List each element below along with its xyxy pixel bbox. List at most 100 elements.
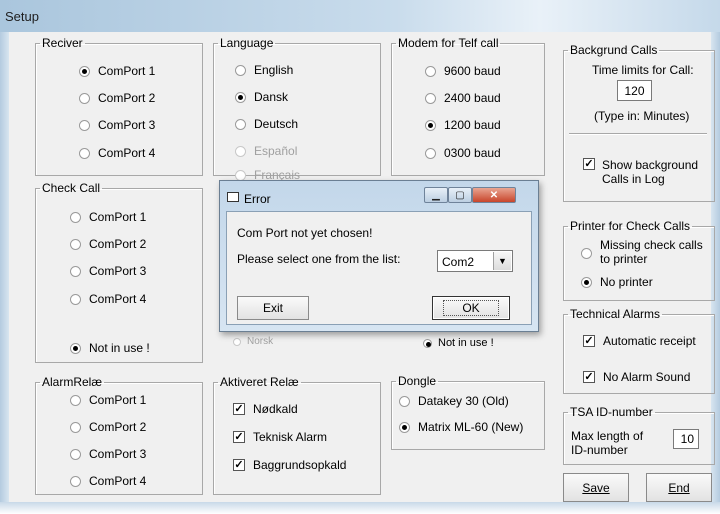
nodkald-checkbox[interactable]: ✓ Nødkald	[233, 402, 298, 416]
modem-legend: Modem for Telf call	[398, 36, 499, 50]
title-bar[interactable]: Setup	[0, 0, 720, 32]
radio-selected-icon	[79, 65, 90, 77]
radio-icon	[70, 293, 81, 305]
radio-selected-icon	[70, 342, 81, 354]
time-limit-label: Time limits for Call:	[592, 63, 694, 77]
language-norsk-radio: Norsk	[233, 336, 273, 347]
exit-button[interactable]: Exit	[237, 296, 309, 320]
radio-icon	[70, 265, 81, 277]
radio-icon	[79, 119, 90, 131]
modem-2400-radio[interactable]: 2400 baud	[425, 91, 501, 105]
reciver-comport-2-radio[interactable]: ComPort 2	[79, 91, 155, 105]
no-alarm-sound-checkbox[interactable]: ✓ No Alarm Sound	[583, 370, 690, 384]
end-button[interactable]: End	[646, 473, 712, 502]
show-background-log-label: Show background Calls in Log	[602, 158, 699, 186]
checkbox-checked-icon: ✓	[233, 431, 245, 443]
printer-missing-calls-radio[interactable]	[581, 248, 600, 259]
alarm-relae-comport-3-radio[interactable]: ComPort 3	[70, 447, 146, 461]
radio-icon	[79, 92, 90, 104]
alarm-relae-comport-1-radio[interactable]: ComPort 1	[70, 393, 146, 407]
radio-selected-icon	[581, 276, 592, 288]
dongle-datakey-radio[interactable]: Datakey 30 (Old)	[399, 394, 509, 408]
chevron-down-icon[interactable]: ▼	[493, 252, 511, 270]
check-call-comport-4-radio[interactable]: ComPort 4	[70, 292, 146, 306]
alarm-relae-comport-2-radio[interactable]: ComPort 2	[70, 420, 146, 434]
radio-icon	[233, 337, 241, 346]
printer-missing-calls-label: Missing check calls to printer	[600, 238, 703, 266]
radio-icon	[235, 169, 246, 181]
language-espanol-radio: Español	[235, 144, 297, 158]
radio-icon	[70, 448, 81, 460]
reciver-legend: Reciver	[42, 36, 83, 50]
com-port-select-value: Com2	[442, 255, 475, 269]
radio-icon	[70, 238, 81, 250]
error-dialog-body: Com Port not yet chosen! Please select o…	[226, 211, 532, 325]
radio-selected-icon	[425, 119, 436, 131]
alarm-relae-legend: AlarmRelæ	[42, 375, 103, 389]
modem-1200-radio[interactable]: 1200 baud	[425, 118, 501, 132]
maximize-icon[interactable]: ▢	[448, 187, 472, 203]
modem-0300-radio[interactable]: 0300 baud	[425, 146, 501, 160]
radio-selected-icon	[399, 421, 410, 433]
radio-icon	[425, 147, 436, 159]
technical-alarms-legend: Technical Alarms	[570, 307, 661, 321]
reciver-comport-3-radio[interactable]: ComPort 3	[79, 118, 155, 132]
ok-button[interactable]: OK	[432, 296, 510, 320]
check-call-not-in-use-radio[interactable]: Not in use !	[70, 341, 150, 355]
reciver-comport-1-radio[interactable]: ComPort 1	[79, 64, 155, 78]
tsa-legend: TSA ID-number	[570, 405, 653, 419]
radio-icon	[79, 147, 90, 159]
radio-icon	[425, 65, 436, 77]
dongle-legend: Dongle	[398, 374, 437, 388]
printer-no-printer-radio[interactable]: No printer	[581, 275, 653, 289]
tsa-max-length-label: Max length of ID-number	[571, 429, 644, 457]
background-calls-legend: Backgrund Calls	[570, 43, 658, 57]
save-button[interactable]: Save	[563, 473, 629, 502]
automatic-receipt-checkbox[interactable]: ✓ Automatic receipt	[583, 334, 696, 348]
error-dialog-title: Error	[244, 192, 271, 206]
radio-icon	[235, 64, 246, 76]
tsa-max-length-input[interactable]: 10	[673, 429, 699, 449]
time-limit-input[interactable]: 120	[617, 80, 652, 101]
minimize-icon[interactable]: ▁	[424, 187, 448, 203]
language-dansk-radio[interactable]: Dansk	[235, 90, 288, 104]
teknisk-alarm-checkbox[interactable]: ✓ Teknisk Alarm	[233, 430, 327, 444]
radio-icon	[70, 475, 81, 487]
setup-window: Setup Reciver ComPort 1 ComPort 2 ComPor…	[0, 0, 720, 514]
com-port-select[interactable]: Com2 ▼	[437, 250, 513, 272]
separator-line	[569, 133, 707, 135]
checkbox-checked-icon: ✓	[233, 403, 245, 415]
modem-9600-radio[interactable]: 9600 baud	[425, 64, 501, 78]
checkbox-checked-icon: ✓	[583, 158, 595, 170]
language-english-radio[interactable]: English	[235, 63, 293, 77]
radio-icon	[235, 145, 246, 157]
error-dialog: Error ▁ ▢ ✕ Com Port not yet chosen! Ple…	[219, 180, 539, 332]
modem-not-in-use-radio[interactable]: Not in use !	[423, 337, 494, 349]
show-background-log-checkbox[interactable]: ✓	[583, 158, 603, 170]
radio-icon	[70, 421, 81, 433]
time-unit-label: (Type in: Minutes)	[594, 109, 690, 123]
radio-icon	[425, 92, 436, 104]
checkbox-checked-icon: ✓	[233, 459, 245, 471]
check-call-legend: Check Call	[42, 181, 101, 195]
window-title: Setup	[5, 9, 39, 24]
radio-icon	[399, 395, 410, 407]
radio-selected-icon	[423, 338, 432, 348]
radio-icon	[581, 248, 592, 259]
language-legend: Language	[220, 36, 274, 50]
check-call-comport-1-radio[interactable]: ComPort 1	[70, 210, 146, 224]
dialog-window-icon	[227, 192, 239, 202]
reciver-comport-4-radio[interactable]: ComPort 4	[79, 146, 155, 160]
radio-selected-icon	[235, 91, 246, 103]
check-call-comport-2-radio[interactable]: ComPort 2	[70, 237, 146, 251]
close-icon[interactable]: ✕	[472, 187, 516, 203]
dongle-group: Dongle	[391, 374, 545, 450]
error-message: Com Port not yet chosen!	[237, 226, 373, 240]
checkbox-checked-icon: ✓	[583, 371, 595, 383]
alarm-relae-comport-4-radio[interactable]: ComPort 4	[70, 474, 146, 488]
dongle-matrix-radio[interactable]: Matrix ML-60 (New)	[399, 420, 523, 434]
error-prompt: Please select one from the list:	[237, 252, 401, 266]
language-deutsch-radio[interactable]: Deutsch	[235, 117, 298, 131]
check-call-comport-3-radio[interactable]: ComPort 3	[70, 264, 146, 278]
baggrundsopkald-checkbox[interactable]: ✓ Baggrundsopkald	[233, 458, 346, 472]
